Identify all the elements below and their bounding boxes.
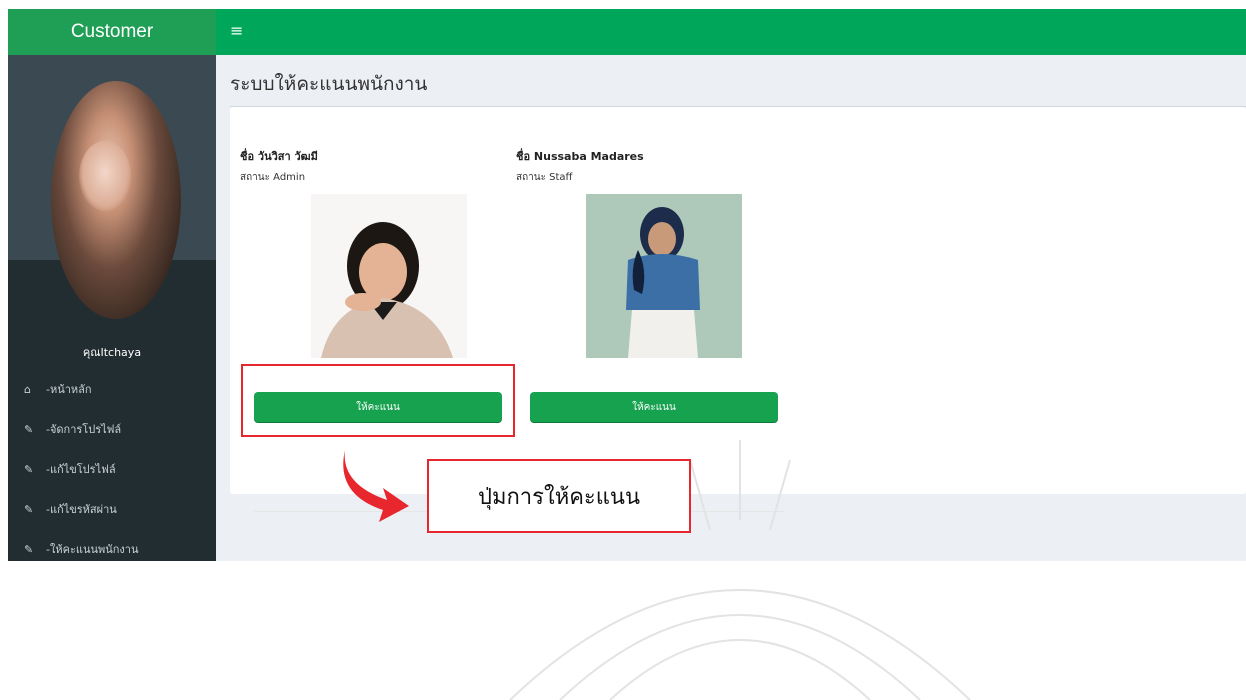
hamburger-icon[interactable]: ≡ (230, 23, 243, 39)
brand-logo[interactable]: Customer (8, 9, 216, 55)
callout-arrow-icon (343, 450, 409, 522)
sidebar-item-change-password[interactable]: ✎ -แก้ไขรหัสผ่าน (8, 489, 216, 529)
sidebar-item-manage-profile[interactable]: ✎ -จัดการโปรไฟล์ (8, 409, 216, 449)
user-name: คุณItchaya (82, 346, 142, 359)
staff-photo (586, 194, 742, 358)
sidebar-menu: ⌂ -หน้าหลัก ✎ -จัดการโปรไฟล์ ✎ -แก้ไขโปร… (8, 369, 216, 561)
edit-icon: ✎ (24, 422, 34, 436)
sidebar-item-label: -แก้ไขโปรไฟล์ (46, 463, 116, 476)
staff-photo (311, 194, 467, 358)
staff-status: สถานะ Admin (240, 172, 306, 183)
rate-button[interactable]: ให้คะแนน (530, 392, 778, 422)
edit-icon: ✎ (24, 462, 34, 476)
page-title: ระบบให้คะแนนพนักงาน (230, 73, 428, 95)
highlight-box (241, 364, 515, 437)
home-icon: ⌂ (24, 382, 31, 396)
callout-label: ปุ่มการให้คะแนน (478, 484, 640, 510)
staff-status: สถานะ Staff (516, 172, 573, 183)
annotation-callout: ปุ่มการให้คะแนน (427, 459, 691, 533)
sidebar-item-rate-staff[interactable]: ✎ -ให้คะแนนพนักงาน (8, 529, 216, 561)
staff-name: ชื่อ Nussaba Madares (516, 150, 644, 163)
sidebar-item-edit-profile[interactable]: ✎ -แก้ไขโปรไฟล์ (8, 449, 216, 489)
sidebar: Customer คุณItchaya ⌂ -หน้าหลัก ✎ -จัดกา… (8, 9, 216, 561)
edit-icon: ✎ (24, 542, 34, 556)
sidebar-item-label: -ให้คะแนนพนักงาน (46, 543, 139, 556)
sidebar-item-home[interactable]: ⌂ -หน้าหลัก (8, 369, 216, 409)
sidebar-item-label: -หน้าหลัก (46, 383, 92, 396)
staff-name: ชื่อ วันวิสา วัฒมี (240, 150, 318, 163)
brand-label: Customer (70, 21, 154, 42)
sidebar-item-label: -จัดการโปรไฟล์ (46, 423, 122, 436)
sidebar-item-label: -แก้ไขรหัสผ่าน (46, 503, 117, 516)
top-navbar: ≡ (216, 9, 1246, 55)
avatar (51, 81, 181, 319)
edit-icon: ✎ (24, 502, 34, 516)
